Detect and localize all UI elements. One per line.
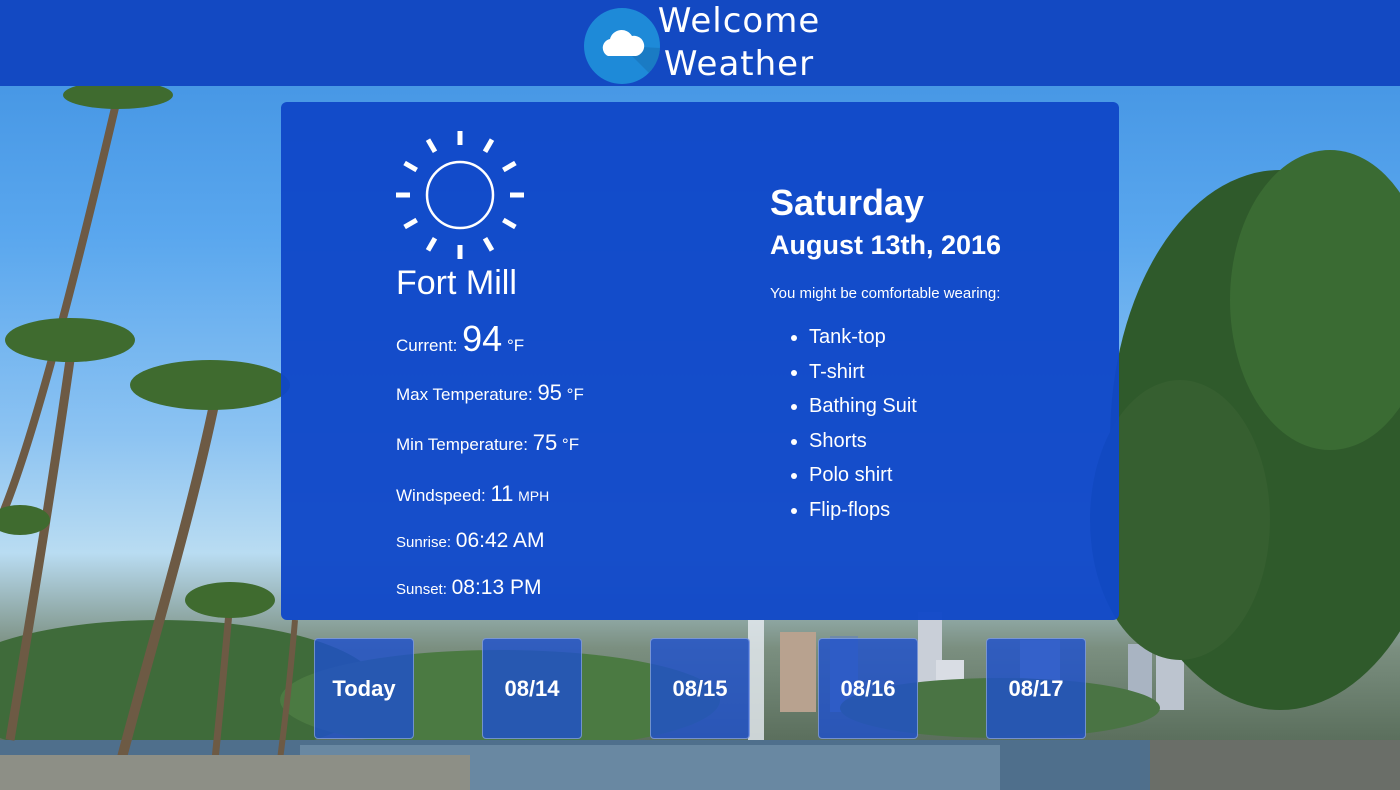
sunset: Sunset: 08:13 PM [396, 576, 542, 600]
clothing-item: Tank-top [809, 320, 917, 355]
current-temperature-label: Current: [396, 336, 458, 355]
forecast-tab-0816[interactable]: 08/16 [818, 638, 918, 739]
sunrise: Sunrise: 06:42 AM [396, 529, 545, 553]
day-of-week: Saturday [770, 182, 925, 223]
app-title-line1: Welcome [657, 1, 821, 41]
windspeed-label: Windspeed: [396, 486, 486, 505]
city-name: Fort Mill [396, 264, 517, 302]
forecast-tab-0815[interactable]: 08/15 [650, 638, 750, 739]
sunset-value: 08:13 PM [451, 576, 542, 599]
clothing-suggestion-label: You might be comfortable wearing: [770, 285, 1001, 302]
min-temperature-label: Min Temperature: [396, 435, 528, 454]
forecast-tab-today[interactable]: Today [314, 638, 414, 739]
max-temperature-unit: °F [566, 385, 584, 404]
weather-card: Fort Mill Current: 94 °F Max Temperature… [281, 102, 1119, 620]
clothing-item: Bathing Suit [809, 389, 917, 424]
min-temperature-value: 75 [532, 430, 558, 455]
max-temperature-label: Max Temperature: [396, 385, 533, 404]
min-temperature: Min Temperature: 75 °F [396, 430, 579, 456]
current-temperature-value: 94 [462, 318, 503, 359]
logo[interactable] [584, 8, 660, 84]
sunrise-label: Sunrise: [396, 534, 452, 551]
clothing-item: Polo shirt [809, 458, 917, 493]
clothing-item: T-shirt [809, 355, 917, 390]
min-temperature-unit: °F [561, 435, 580, 454]
weather-page: Welcome Weather Fort Mill Current: 94 °F… [0, 0, 1400, 790]
app-title: Welcome Weather [654, 0, 824, 86]
max-temperature: Max Temperature: 95 °F [396, 380, 584, 406]
forecast-tab-0814[interactable]: 08/14 [482, 638, 582, 739]
windspeed: Windspeed: 11 MPH [396, 481, 549, 507]
sunset-label: Sunset: [396, 581, 447, 598]
cloud-icon [602, 30, 660, 84]
clothing-item: Shorts [809, 424, 917, 459]
clothing-item: Flip-flops [809, 493, 917, 528]
windspeed-value: 11 [490, 481, 514, 506]
current-temperature: Current: 94 °F [396, 318, 524, 360]
sunrise-value: 06:42 AM [455, 529, 545, 552]
max-temperature-value: 95 [537, 380, 562, 405]
clothing-list: Tank-top T-shirt Bathing Suit Shorts Pol… [789, 320, 917, 527]
current-temperature-unit: °F [506, 336, 525, 355]
full-date: August 13th, 2016 [770, 230, 1002, 260]
header-bar: Welcome Weather [0, 0, 1400, 86]
sun-icon [396, 131, 524, 259]
app-title-line2: Weather [663, 44, 815, 84]
windspeed-unit: MPH [518, 488, 550, 504]
forecast-tab-0817[interactable]: 08/17 [986, 638, 1086, 739]
